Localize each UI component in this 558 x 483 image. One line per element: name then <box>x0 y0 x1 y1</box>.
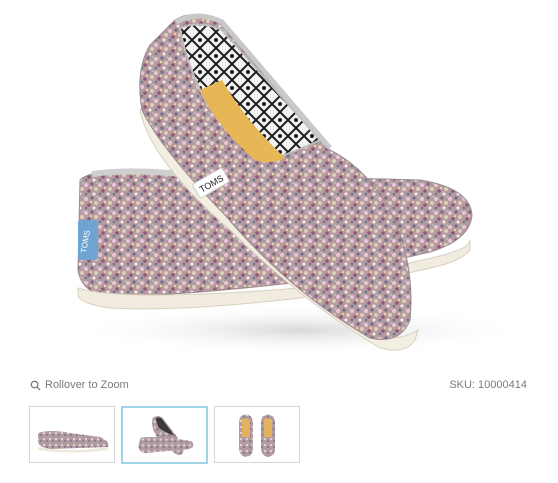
thumbnail-top-down[interactable] <box>214 406 300 463</box>
thumbnail-strip <box>29 406 300 464</box>
zoom-label: Rollover to Zoom <box>45 379 129 391</box>
search-icon <box>30 380 41 391</box>
sku-text: SKU: 10000414 <box>449 379 527 391</box>
zoom-hint[interactable]: Rollover to Zoom <box>30 379 129 391</box>
thumbnail-pair-crossed[interactable] <box>121 406 208 464</box>
product-main-image[interactable]: TOMS TOMS <box>0 0 558 368</box>
thumbnail-side[interactable] <box>29 406 115 463</box>
